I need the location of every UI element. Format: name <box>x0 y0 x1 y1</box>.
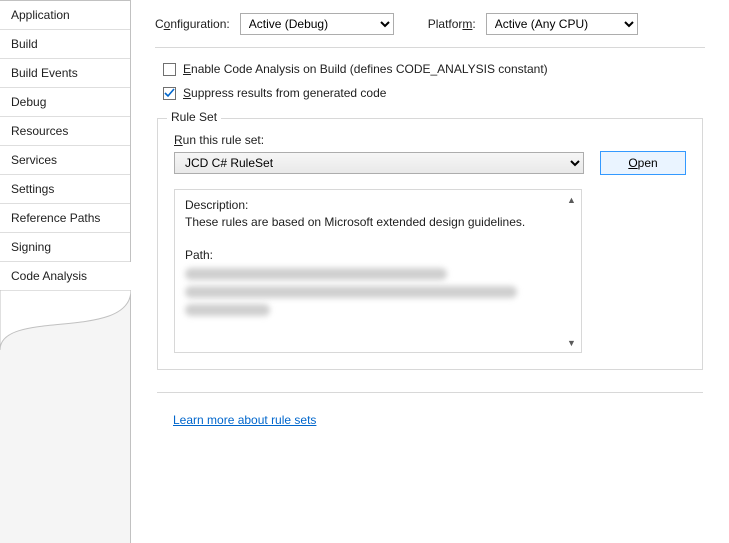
open-button[interactable]: Open <box>600 151 686 175</box>
sidebar-item-build-events[interactable]: Build Events <box>0 58 130 87</box>
path-label: Path: <box>185 248 571 262</box>
configuration-label: Configuration: <box>155 17 230 31</box>
separator <box>155 47 705 48</box>
rule-set-legend: Rule Set <box>167 110 221 124</box>
run-ruleset-label: Run this rule set: <box>174 133 686 147</box>
suppress-results-checkbox[interactable] <box>163 87 176 100</box>
sidebar-filler <box>0 290 130 543</box>
ruleset-select[interactable]: JCD C# RuleSet <box>174 152 584 174</box>
sidebar-item-reference-paths[interactable]: Reference Paths <box>0 203 130 232</box>
sidebar-item-signing[interactable]: Signing <box>0 232 130 261</box>
platform-select[interactable]: Active (Any CPU) <box>486 13 638 35</box>
sidebar-item-build[interactable]: Build <box>0 29 130 58</box>
description-box: ▲ Description: These rules are based on … <box>174 189 582 353</box>
sidebar-item-code-analysis[interactable]: Code Analysis <box>0 261 130 290</box>
description-text: These rules are based on Microsoft exten… <box>185 214 571 230</box>
scroll-up-icon[interactable]: ▲ <box>564 192 579 207</box>
path-value-redacted <box>185 268 571 316</box>
sidebar-curve <box>0 290 131 350</box>
description-label: Description: <box>185 198 571 212</box>
sidebar-item-application[interactable]: Application <box>0 0 130 29</box>
sidebar-item-resources[interactable]: Resources <box>0 116 130 145</box>
enable-analysis-label: Enable Code Analysis on Build (defines C… <box>183 62 548 76</box>
suppress-results-label: Suppress results from generated code <box>183 86 386 100</box>
enable-analysis-row: Enable Code Analysis on Build (defines C… <box>163 62 705 76</box>
suppress-results-row: Suppress results from generated code <box>163 86 705 100</box>
learn-more-link[interactable]: Learn more about rule sets <box>173 413 705 427</box>
enable-analysis-checkbox[interactable] <box>163 63 176 76</box>
sidebar-item-services[interactable]: Services <box>0 145 130 174</box>
rule-set-group: Rule Set Run this rule set: JCD C# RuleS… <box>157 118 703 370</box>
platform-label: Platform: <box>428 17 476 31</box>
sidebar-item-settings[interactable]: Settings <box>0 174 130 203</box>
scroll-down-icon[interactable]: ▼ <box>564 335 579 350</box>
sidebar: Application Build Build Events Debug Res… <box>0 0 131 543</box>
main-panel: Configuration: Active (Debug) Platform: … <box>131 0 729 543</box>
sidebar-item-debug[interactable]: Debug <box>0 87 130 116</box>
config-row: Configuration: Active (Debug) Platform: … <box>155 13 705 45</box>
separator-2 <box>157 392 703 393</box>
configuration-select[interactable]: Active (Debug) <box>240 13 394 35</box>
